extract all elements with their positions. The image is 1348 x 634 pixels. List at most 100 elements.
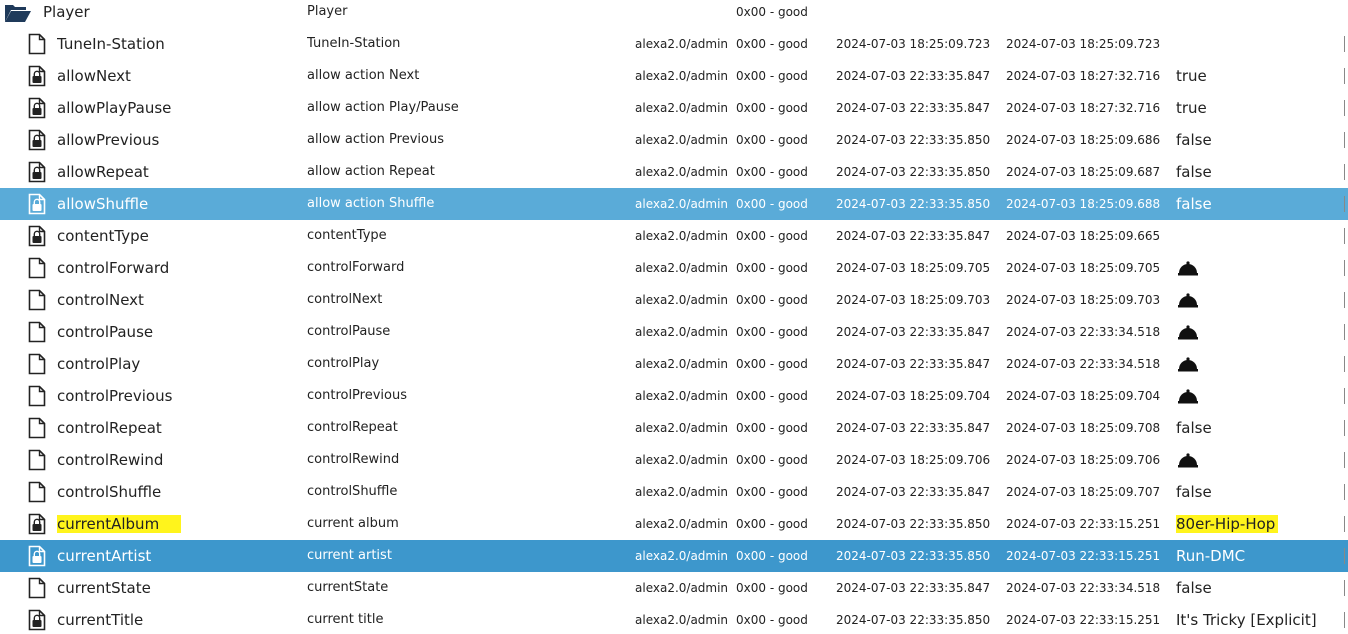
bell-icon[interactable] [1177, 452, 1199, 472]
tree-row-controlPlay[interactable]: controlPlay controlPlay alexa2.0/admin 0x00… [0, 348, 1348, 380]
folder-name: Player [43, 3, 90, 21]
file-lock-icon [28, 220, 52, 252]
row-quality: 0x00 - good [736, 549, 808, 563]
column-edge [1344, 36, 1345, 52]
bell-icon[interactable] [1177, 292, 1199, 312]
highlight-mark: currentAlbum [57, 515, 182, 533]
column-edge [1344, 260, 1345, 276]
row-name: allowPlayPause [57, 99, 172, 117]
row-description: allow action Shuffle [307, 196, 435, 211]
row-name: allowPrevious [57, 131, 160, 149]
row-description: controlRepeat [307, 420, 398, 435]
file-lock-icon [28, 540, 52, 572]
row-role: alexa2.0/admin [635, 549, 729, 563]
row-description: controlShuffle [307, 484, 398, 499]
row-value[interactable]: true [1176, 92, 1336, 124]
column-edge [1344, 612, 1345, 628]
row-role: alexa2.0/admin [635, 69, 729, 83]
file-lock-icon [28, 92, 52, 124]
column-edge [1344, 420, 1345, 436]
row-value[interactable] [1176, 316, 1336, 348]
row-value[interactable] [1176, 284, 1336, 316]
row-description: controlNext [307, 292, 383, 307]
bell-icon[interactable] [1177, 324, 1199, 344]
bell-icon[interactable] [1177, 260, 1199, 280]
row-value[interactable] [1176, 444, 1336, 476]
tree-row-controlForward[interactable]: controlForward controlForward alexa2.0/adm… [0, 252, 1348, 284]
row-name: controlRepeat [57, 419, 162, 437]
tree-row-controlRewind[interactable]: controlRewind controlRewind alexa2.0/admin… [0, 444, 1348, 476]
row-value[interactable]: true [1176, 60, 1336, 92]
tree-row-allowPrevious[interactable]: allowPrevious allow action Previous alexa2… [0, 124, 1348, 156]
row-description: allow action Repeat [307, 164, 435, 179]
row-role: alexa2.0/admin [635, 37, 729, 51]
tree-row-controlPrevious[interactable]: controlPrevious controlPrevious alexa2.0/a… [0, 380, 1348, 412]
row-description: controlPause [307, 324, 391, 339]
row-value[interactable]: 80er-Hip-Hop [1176, 508, 1336, 540]
bell-icon[interactable] [1177, 356, 1199, 376]
tree-row-allowShuffle[interactable]: allowShuffle allow action Shuffle alexa2.0… [0, 188, 1348, 220]
tree-row-controlNext[interactable]: controlNext controlNext alexa2.0/admin 0x00… [0, 284, 1348, 316]
row-quality: 0x00 - good [736, 389, 808, 403]
row-value[interactable]: false [1176, 572, 1336, 604]
row-value[interactable] [1176, 220, 1336, 252]
row-value[interactable] [1176, 380, 1336, 412]
tree-row-currentState[interactable]: currentState currentState alexa2.0/admin 0x… [0, 572, 1348, 604]
tree-row-allowRepeat[interactable]: allowRepeat allow action Repeat alexa2.0/a… [0, 156, 1348, 188]
row-last-changed: 2024-07-03 22:33:34.518 [1006, 325, 1161, 339]
row-role: alexa2.0/admin [635, 101, 729, 115]
bell-icon[interactable] [1177, 388, 1199, 408]
row-last-changed: 2024-07-03 22:33:15.251 [1006, 517, 1161, 531]
row-quality: 0x00 - good [736, 485, 808, 499]
tree-row-controlShuffle[interactable]: controlShuffle controlShuffle alexa2.0/adm… [0, 476, 1348, 508]
row-last-changed: 2024-07-03 18:25:09.708 [1006, 421, 1161, 435]
row-value[interactable] [1176, 252, 1336, 284]
row-value[interactable]: false [1176, 156, 1336, 188]
row-value[interactable] [1176, 28, 1336, 60]
tree-row-currentTitle[interactable]: currentTitle current title alexa2.0/admin 0… [0, 604, 1348, 634]
column-edge [1344, 228, 1345, 244]
folder-row-player[interactable]: Player Player 0x00 - good [0, 0, 1348, 28]
row-name: controlShuffle [57, 483, 162, 501]
column-edge [1344, 356, 1345, 372]
row-value[interactable]: It's Tricky [Explicit] [1176, 604, 1336, 634]
tree-row-currentArtist[interactable]: currentArtist current artist alexa2.0/admi… [0, 540, 1348, 572]
tree-row-controlPause[interactable]: controlPause controlPause alexa2.0/admin 0x… [0, 316, 1348, 348]
file-icon [28, 28, 52, 60]
column-edge [1344, 164, 1345, 180]
row-role: alexa2.0/admin [635, 357, 729, 371]
row-description: current artist [307, 548, 392, 563]
file-icon [28, 572, 52, 604]
column-edge [1344, 196, 1345, 212]
column-edge [1344, 484, 1345, 500]
row-quality: 0x00 - good [736, 69, 808, 83]
row-value[interactable]: false [1176, 188, 1336, 220]
tree-row-controlRepeat[interactable]: controlRepeat controlRepeat alexa2.0/admin… [0, 412, 1348, 444]
row-name: allowNext [57, 67, 131, 85]
row-name: controlForward [57, 259, 170, 277]
row-description: currentState [307, 580, 389, 595]
tree-row-contentType[interactable]: contentType contentType alexa2.0/admin 0x00… [0, 220, 1348, 252]
row-value[interactable]: false [1176, 476, 1336, 508]
row-role: alexa2.0/admin [635, 613, 729, 627]
row-timestamp: 2024-07-03 18:25:09.705 [836, 261, 991, 275]
row-description: controlForward [307, 260, 405, 275]
tree-row-currentAlbum[interactable]: currentAlbum current album alexa2.0/admin 0… [0, 508, 1348, 540]
folder-desc: Player [307, 4, 348, 19]
row-value[interactable]: false [1176, 412, 1336, 444]
row-timestamp: 2024-07-03 22:33:35.850 [836, 613, 991, 627]
row-timestamp: 2024-07-03 22:33:35.850 [836, 549, 991, 563]
row-value[interactable]: Run-DMC [1176, 540, 1336, 572]
row-value[interactable] [1176, 348, 1336, 380]
column-edge [1344, 100, 1345, 116]
row-name: controlPlay [57, 355, 141, 373]
tree-row-TuneIn-Station[interactable]: TuneIn-Station TuneIn-Station alexa2.0/adm… [0, 28, 1348, 60]
row-description: allow action Play/Pause [307, 100, 459, 115]
folder-open-icon [4, 0, 36, 28]
column-edge [1344, 452, 1345, 468]
row-value[interactable]: false [1176, 124, 1336, 156]
row-quality: 0x00 - good [736, 197, 808, 211]
tree-row-allowPlayPause[interactable]: allowPlayPause allow action Play/Pause ale… [0, 92, 1348, 124]
tree-row-allowNext[interactable]: allowNext allow action Next alexa2.0/admin… [0, 60, 1348, 92]
row-quality: 0x00 - good [736, 517, 808, 531]
